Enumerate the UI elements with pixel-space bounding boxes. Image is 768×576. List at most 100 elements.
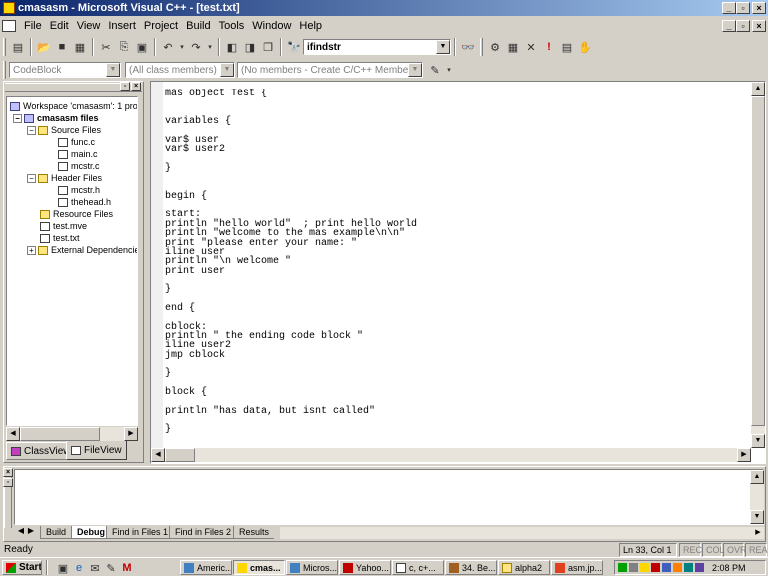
save-icon[interactable]: ■ bbox=[54, 39, 70, 55]
output-tab-debug[interactable]: Debug bbox=[71, 526, 110, 539]
collapse-icon[interactable]: − bbox=[27, 173, 36, 183]
task-button[interactable]: alpha2 bbox=[498, 560, 550, 575]
code-line[interactable]: variables { bbox=[165, 116, 751, 126]
code-line[interactable]: } bbox=[165, 163, 751, 173]
tree-item-file[interactable]: main.c bbox=[58, 148, 98, 160]
editor-hscrollbar[interactable]: ◀ ▶ bbox=[151, 448, 751, 462]
code-line[interactable] bbox=[165, 98, 751, 107]
doc-close-icon[interactable]: × bbox=[752, 19, 766, 32]
cut-icon[interactable]: ✂ bbox=[98, 39, 114, 55]
paste-icon[interactable]: ▣ bbox=[134, 39, 150, 55]
editor-vscrollbar[interactable]: ▲ ▼ bbox=[751, 82, 765, 448]
workspace-toggle-icon[interactable]: ▤ bbox=[10, 39, 26, 55]
volume-icon[interactable] bbox=[629, 563, 638, 572]
code-line[interactable] bbox=[165, 182, 751, 191]
code-line[interactable] bbox=[165, 126, 751, 135]
stop-build-icon[interactable]: ✕ bbox=[523, 39, 539, 55]
scroll-thumb[interactable] bbox=[751, 96, 765, 426]
tree-item-file[interactable]: mcstr.h bbox=[58, 184, 100, 196]
filter-combo[interactable]: (All class members) ▼ bbox=[125, 62, 235, 78]
code-line[interactable]: println "\n welcome " bbox=[165, 256, 751, 266]
tree-item-workspace[interactable]: Workspace 'cmasasm': 1 project(s) bbox=[10, 100, 137, 112]
start-button[interactable]: Start bbox=[2, 560, 42, 575]
code-line[interactable] bbox=[165, 173, 751, 182]
menu-insert[interactable]: Insert bbox=[104, 20, 140, 32]
tab-fileview[interactable]: FileView bbox=[66, 441, 127, 460]
task-button[interactable]: Micros... bbox=[286, 560, 338, 575]
code-line[interactable]: block { bbox=[165, 387, 751, 397]
menu-file[interactable]: File bbox=[20, 20, 46, 32]
code-line[interactable] bbox=[165, 313, 751, 322]
tray-icon[interactable] bbox=[618, 563, 627, 572]
tray-icon[interactable] bbox=[651, 563, 660, 572]
workspace-hscrollbar[interactable]: ◀ ▶ bbox=[6, 427, 138, 441]
output-tab-results[interactable]: Results bbox=[233, 526, 275, 539]
output-restore-icon[interactable]: ▫ bbox=[3, 478, 13, 487]
menu-help[interactable]: Help bbox=[295, 20, 326, 32]
output-window-icon[interactable]: ◨ bbox=[242, 39, 258, 55]
code-line[interactable] bbox=[165, 416, 751, 425]
tab-scroll-left-icon[interactable]: ◀ bbox=[16, 526, 26, 539]
code-text[interactable]: mas object Test { variables { var$ user var… bbox=[165, 89, 751, 449]
chevron-down-icon[interactable]: ▼ bbox=[106, 63, 120, 77]
task-button[interactable]: cmas... bbox=[233, 560, 285, 575]
code-line[interactable] bbox=[165, 379, 751, 388]
menu-project[interactable]: Project bbox=[140, 20, 182, 32]
code-line[interactable]: iline user2 bbox=[165, 341, 751, 351]
doc-restore-icon[interactable]: ▫ bbox=[736, 19, 750, 32]
app-icon[interactable] bbox=[3, 2, 15, 14]
scroll-left-icon[interactable]: ◀ bbox=[6, 427, 20, 441]
code-line[interactable] bbox=[165, 201, 751, 210]
menu-build[interactable]: Build bbox=[182, 20, 214, 32]
network-icon[interactable] bbox=[684, 563, 693, 572]
collapse-icon[interactable]: − bbox=[27, 125, 36, 135]
code-line[interactable]: println "has data, but isnt called" bbox=[165, 406, 751, 416]
collapse-icon[interactable]: − bbox=[13, 113, 22, 123]
output-text[interactable] bbox=[14, 469, 764, 525]
scroll-down-icon[interactable]: ▼ bbox=[750, 510, 764, 524]
tree-item-project[interactable]: − cmasasm files bbox=[13, 112, 99, 124]
panel-close-icon[interactable]: × bbox=[131, 82, 141, 91]
output-tab-find2[interactable]: Find in Files 2 bbox=[169, 526, 237, 539]
code-line[interactable]: mas object Test { bbox=[165, 89, 751, 99]
ie-icon[interactable]: e bbox=[71, 560, 87, 576]
expand-icon[interactable]: + bbox=[27, 245, 36, 255]
output-close-icon[interactable]: × bbox=[3, 468, 13, 477]
breakpoint-hand-icon[interactable]: ✋ bbox=[577, 39, 593, 55]
compile-icon[interactable]: ⚙ bbox=[487, 39, 503, 55]
code-line[interactable]: println " the ending code block " bbox=[165, 331, 751, 341]
scroll-thumb[interactable] bbox=[165, 448, 195, 462]
output-tab-build[interactable]: Build bbox=[40, 526, 72, 539]
title-bar[interactable]: cmasasm - Microsoft Visual C++ - [test.t… bbox=[0, 0, 768, 16]
undo-dropdown-icon[interactable]: ▾ bbox=[178, 39, 186, 55]
class-combo[interactable]: CodeBlock ▼ bbox=[9, 62, 121, 78]
panel-gripper[interactable] bbox=[4, 468, 12, 528]
panel-restore-icon[interactable]: ▫ bbox=[120, 82, 130, 91]
build-icon[interactable]: ▦ bbox=[505, 39, 521, 55]
find-input[interactable]: ifindstr bbox=[307, 42, 341, 53]
quicklaunch-icon[interactable]: ✎ bbox=[103, 560, 119, 576]
tray-icon[interactable] bbox=[662, 563, 671, 572]
scroll-right-icon[interactable]: ▶ bbox=[752, 527, 764, 539]
code-line[interactable]: var$ user2 bbox=[165, 144, 751, 154]
code-line[interactable]: } bbox=[165, 369, 751, 379]
workspace-window-icon[interactable]: ◧ bbox=[224, 39, 240, 55]
tree-item-file[interactable]: func.c bbox=[58, 136, 95, 148]
tree-item-file[interactable]: mcstr.c bbox=[58, 160, 100, 172]
tray-icon[interactable] bbox=[673, 563, 682, 572]
code-line[interactable]: var$ user bbox=[165, 135, 751, 145]
minimize-icon[interactable]: _ bbox=[722, 2, 736, 14]
menu-window[interactable]: Window bbox=[248, 20, 295, 32]
tray-icon[interactable] bbox=[640, 563, 649, 572]
menu-view[interactable]: View bbox=[73, 20, 105, 32]
splitter[interactable] bbox=[145, 81, 149, 464]
code-line[interactable] bbox=[165, 295, 751, 304]
tree-item-file[interactable]: test.mve bbox=[40, 220, 87, 232]
chevron-down-icon[interactable]: ▼ bbox=[436, 40, 450, 54]
execute-icon[interactable]: ! bbox=[541, 39, 557, 55]
code-line[interactable]: print user bbox=[165, 266, 751, 276]
redo-icon[interactable]: ↷ bbox=[188, 39, 204, 55]
chevron-down-icon[interactable]: ▼ bbox=[408, 63, 422, 77]
chevron-down-icon[interactable]: ▼ bbox=[220, 63, 234, 77]
code-line[interactable]: jmp cblock bbox=[165, 350, 751, 360]
